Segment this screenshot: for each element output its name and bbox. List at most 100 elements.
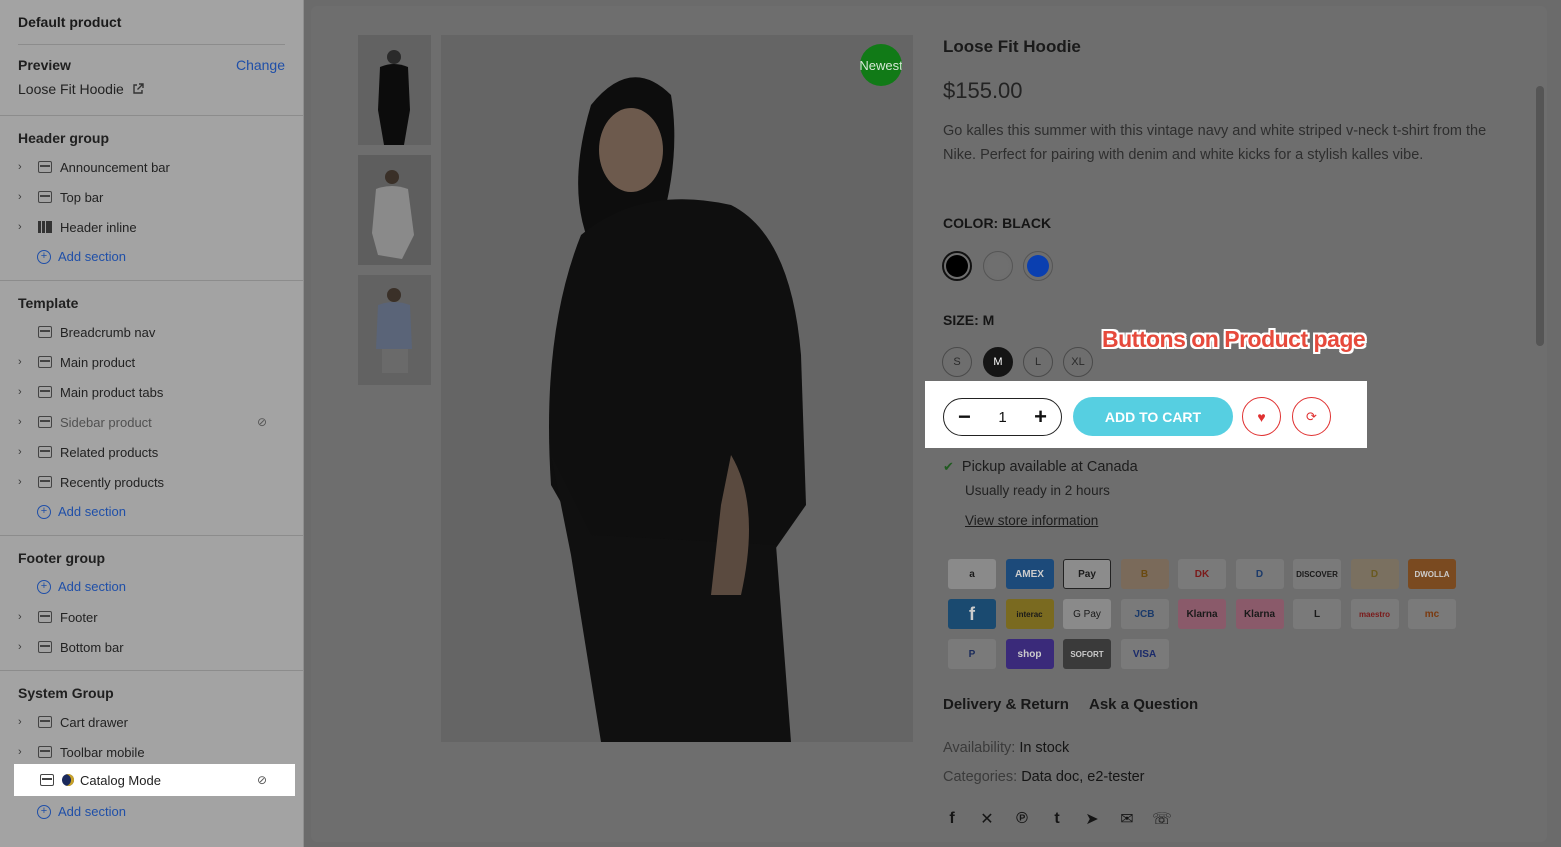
section-related-products[interactable]: › Related products [0,437,303,467]
product-title: Loose Fit Hoodie [943,37,1081,56]
categories-value[interactable]: Data doc, e2-tester [1021,769,1144,785]
section-label: Bottom bar [60,639,124,655]
thumbnail-white-hoodie-image [358,155,431,265]
heart-icon: ♥ [1257,408,1266,425]
section-bottom-bar[interactable]: › Bottom bar [0,632,303,662]
section-icon [38,356,52,368]
whatsapp-icon[interactable]: ☏ [1152,810,1172,828]
add-section-header[interactable]: + Add section [37,249,126,264]
section-icon [38,386,52,398]
google-pay-icon: G Pay [1063,599,1111,629]
eye-off-icon[interactable]: ⊘ [257,415,267,429]
section-announcement-bar[interactable]: › Announcement bar [0,152,303,182]
size-option-m[interactable]: M [983,347,1013,377]
minus-icon[interactable]: − [958,406,971,428]
section-top-bar[interactable]: › Top bar [0,182,303,212]
section-catalog-mode[interactable]: Catalog Mode ⊘ [14,764,295,796]
add-to-cart-button[interactable]: ADD TO CART [1073,397,1233,436]
sidebar-layout-icon [38,416,52,428]
pinterest-icon[interactable]: ℗ [1013,810,1031,828]
chevron-right-icon[interactable]: › [18,416,36,428]
size-option-s[interactable]: S [942,347,972,377]
size-option-xl[interactable]: XL [1063,347,1093,377]
compare-button[interactable]: ⟳ [1292,397,1331,436]
chevron-right-icon[interactable]: › [18,386,36,398]
maestro-icon: maestro [1350,599,1399,629]
availability-row: Availability: In stock [943,740,1069,756]
color-swatch-white[interactable] [983,251,1013,281]
compare-icon: ⟳ [1306,408,1317,424]
section-icon [38,746,52,758]
chevron-right-icon[interactable]: › [18,191,36,203]
chevron-right-icon[interactable]: › [18,161,36,173]
add-section-footer[interactable]: + Add section [37,579,126,594]
quantity-value[interactable]: 1 [998,409,1006,426]
section-label: Main product tabs [60,384,164,400]
tab-delivery-return[interactable]: Delivery & Return [943,696,1069,713]
color-swatch-black[interactable] [942,251,972,281]
product-buttons-highlight: − 1 + ADD TO CART ♥ ⟳ [925,381,1367,448]
template-label: Template [18,295,79,311]
footer-icon [38,611,52,623]
quantity-stepper[interactable]: − 1 + [943,398,1062,436]
section-main-product[interactable]: › Main product [0,347,303,377]
chevron-right-icon[interactable]: › [18,221,36,233]
chevron-right-icon[interactable]: › [18,641,36,653]
change-preview-link[interactable]: Change [236,57,285,73]
pickup-availability: ✔ Pickup available at Canada [943,459,1138,475]
product-description: Go kalles this summer with this vintage … [943,123,1487,163]
categories-row: Categories: Data doc, e2-tester [943,769,1145,785]
section-header-inline[interactable]: › Header inline [0,212,303,242]
chevron-right-icon[interactable]: › [18,446,36,458]
thumbnail-black-hoodie-image [358,35,431,145]
add-section-label: Add section [58,804,126,819]
view-store-information-link[interactable]: View store information [965,513,1098,528]
add-section-system[interactable]: + Add section [37,804,126,819]
section-footer[interactable]: › Footer [0,602,303,632]
chevron-right-icon[interactable]: › [18,746,36,758]
section-label: Recently products [60,474,165,490]
size-option-l[interactable]: L [1023,347,1053,377]
product-main-image[interactable] [441,35,913,742]
app-logo-icon [62,774,74,786]
product-thumbnail[interactable] [358,35,431,145]
telegram-icon[interactable]: ➤ [1083,810,1101,828]
tab-ask-a-question[interactable]: Ask a Question [1089,696,1198,713]
external-link-icon[interactable] [132,83,144,95]
product-thumbnail[interactable] [358,275,431,385]
section-toolbar-mobile[interactable]: › Toolbar mobile [0,737,303,767]
section-label: Sidebar product [60,414,152,430]
section-icon [38,161,52,173]
chevron-right-icon[interactable]: › [18,356,36,368]
color-swatch-blue[interactable] [1023,251,1053,281]
chevron-right-icon[interactable]: › [18,611,36,623]
header-columns-icon [38,221,52,233]
section-sidebar-product[interactable]: › Sidebar product ⊘ [0,407,303,437]
eye-off-icon[interactable]: ⊘ [257,773,267,787]
discover-icon: DISCOVER [1293,559,1341,589]
newest-badge: Newest [860,44,902,86]
chevron-right-icon[interactable]: › [18,476,36,488]
plus-icon[interactable]: + [1034,406,1047,428]
social-share: f ✕ ℗ t ➤ ✉ ☏ [943,810,1172,828]
tumblr-icon[interactable]: t [1048,810,1066,828]
section-recently-products[interactable]: › Recently products [0,467,303,497]
divider [0,115,303,116]
preview-product[interactable]: Loose Fit Hoodie [18,81,144,97]
section-cart-drawer[interactable]: › Cart drawer [0,707,303,737]
facebook-icon[interactable]: f [943,810,961,828]
x-icon[interactable]: ✕ [978,810,996,828]
preview-scrollbar[interactable] [1536,86,1544,346]
product-thumbnail[interactable] [358,155,431,265]
section-breadcrumb-nav[interactable]: Breadcrumb nav [0,317,303,347]
section-main-product-tabs[interactable]: › Main product tabs [0,377,303,407]
sofort-icon: SOFORT [1063,639,1111,669]
size-label: SIZE: M [943,312,995,328]
email-icon[interactable]: ✉ [1118,810,1136,828]
plus-circle-icon: + [37,504,51,519]
product-price: $155.00 [943,78,1023,103]
section-label: Breadcrumb nav [60,324,156,340]
chevron-right-icon[interactable]: › [18,716,36,728]
wishlist-button[interactable]: ♥ [1242,397,1281,436]
add-section-template[interactable]: + Add section [37,504,126,519]
